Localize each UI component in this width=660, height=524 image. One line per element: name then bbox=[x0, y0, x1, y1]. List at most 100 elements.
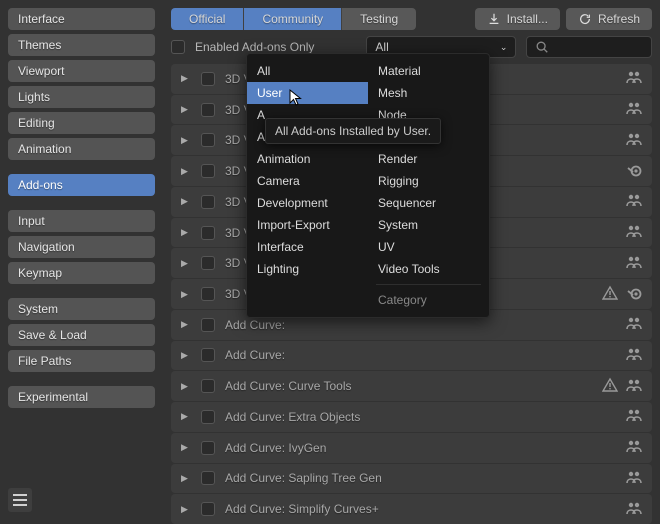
addon-badges bbox=[626, 223, 642, 242]
sidebar-item-editing[interactable]: Editing bbox=[8, 112, 155, 134]
expand-caret[interactable]: ▶ bbox=[181, 104, 191, 115]
sidebar-item-input[interactable]: Input bbox=[8, 210, 155, 232]
popup-tooltip: All Add-ons Installed by User. bbox=[265, 118, 441, 144]
popup-col-left: AllUserAAdd MeshAnimationCameraDevelopme… bbox=[247, 60, 368, 311]
blender-icon bbox=[626, 285, 642, 304]
addon-enable-checkbox[interactable] bbox=[201, 256, 215, 270]
expand-caret[interactable]: ▶ bbox=[181, 411, 191, 422]
popup-item-animation[interactable]: Animation bbox=[247, 148, 368, 170]
addon-badges bbox=[626, 438, 642, 457]
community-icon bbox=[626, 438, 642, 457]
addon-enable-checkbox[interactable] bbox=[201, 441, 215, 455]
refresh-icon bbox=[578, 12, 592, 26]
addon-name: Add Curve: bbox=[225, 348, 642, 362]
popup-item-development[interactable]: Development bbox=[247, 192, 368, 214]
addon-badges bbox=[626, 500, 642, 519]
sidebar-item-viewport[interactable]: Viewport bbox=[8, 60, 155, 82]
sidebar-item-save-load[interactable]: Save & Load bbox=[8, 324, 155, 346]
popup-item-rigging[interactable]: Rigging bbox=[368, 170, 489, 192]
expand-caret[interactable]: ▶ bbox=[181, 319, 191, 330]
community-icon bbox=[626, 500, 642, 519]
popup-item-render[interactable]: Render bbox=[368, 148, 489, 170]
enabled-only-checkbox[interactable] bbox=[171, 40, 185, 54]
support-tabs: OfficialCommunityTesting bbox=[171, 8, 416, 30]
sidebar-item-keymap[interactable]: Keymap bbox=[8, 262, 155, 284]
sidebar-item-themes[interactable]: Themes bbox=[8, 34, 155, 56]
addon-enable-checkbox[interactable] bbox=[201, 379, 215, 393]
tab-testing[interactable]: Testing bbox=[341, 8, 416, 30]
sidebar-item-interface[interactable]: Interface bbox=[8, 8, 155, 30]
download-icon bbox=[487, 12, 501, 26]
addon-badges bbox=[626, 162, 642, 181]
popup-item-camera[interactable]: Camera bbox=[247, 170, 368, 192]
addon-badges bbox=[626, 254, 642, 273]
addon-enable-checkbox[interactable] bbox=[201, 103, 215, 117]
addon-enable-checkbox[interactable] bbox=[201, 72, 215, 86]
popup-item-import-export[interactable]: Import-Export bbox=[247, 214, 368, 236]
community-icon bbox=[626, 469, 642, 488]
search-input[interactable] bbox=[526, 36, 652, 58]
popup-item-video-tools[interactable]: Video Tools bbox=[368, 258, 489, 280]
addon-enable-checkbox[interactable] bbox=[201, 318, 215, 332]
addon-badges bbox=[626, 69, 642, 88]
popup-item-system[interactable]: System bbox=[368, 214, 489, 236]
addon-badges bbox=[602, 285, 642, 304]
community-icon bbox=[626, 346, 642, 365]
addon-enable-checkbox[interactable] bbox=[201, 471, 215, 485]
community-icon bbox=[626, 377, 642, 396]
sidebar-item-add-ons[interactable]: Add-ons bbox=[8, 174, 155, 196]
expand-caret[interactable]: ▶ bbox=[181, 166, 191, 177]
refresh-button[interactable]: Refresh bbox=[566, 8, 652, 30]
addon-enable-checkbox[interactable] bbox=[201, 287, 215, 301]
addon-enable-checkbox[interactable] bbox=[201, 164, 215, 178]
preferences-sidebar: Interface Themes Viewport Lights Editing Anim… bbox=[0, 0, 163, 520]
sidebar-item-animation[interactable]: Animation bbox=[8, 138, 155, 160]
warn-icon bbox=[602, 377, 618, 396]
addon-badges bbox=[626, 469, 642, 488]
popup-item-all[interactable]: All bbox=[247, 60, 368, 82]
popup-item-material[interactable]: Material bbox=[368, 60, 489, 82]
expand-caret[interactable]: ▶ bbox=[181, 381, 191, 392]
popup-item-interface[interactable]: Interface bbox=[247, 236, 368, 258]
popup-item-mesh[interactable]: Mesh bbox=[368, 82, 489, 104]
tab-official[interactable]: Official bbox=[171, 8, 243, 30]
expand-caret[interactable]: ▶ bbox=[181, 135, 191, 146]
refresh-label: Refresh bbox=[598, 12, 640, 26]
addon-enable-checkbox[interactable] bbox=[201, 195, 215, 209]
sidebar-item-navigation[interactable]: Navigation bbox=[8, 236, 155, 258]
community-icon bbox=[626, 100, 642, 119]
addon-row: ▶Add Curve: IvyGen bbox=[171, 433, 652, 463]
popup-col-right: MaterialMeshNodePaintRenderRiggingSequen… bbox=[368, 60, 489, 311]
expand-caret[interactable]: ▶ bbox=[181, 227, 191, 238]
expand-caret[interactable]: ▶ bbox=[181, 442, 191, 453]
sidebar-item-system[interactable]: System bbox=[8, 298, 155, 320]
expand-caret[interactable]: ▶ bbox=[181, 350, 191, 361]
expand-caret[interactable]: ▶ bbox=[181, 504, 191, 515]
tab-community[interactable]: Community bbox=[243, 8, 341, 30]
addon-enable-checkbox[interactable] bbox=[201, 348, 215, 362]
warn-icon bbox=[602, 285, 618, 304]
chevron-down-icon: ⌄ bbox=[500, 42, 508, 53]
expand-caret[interactable]: ▶ bbox=[181, 73, 191, 84]
popup-item-sequencer[interactable]: Sequencer bbox=[368, 192, 489, 214]
community-icon bbox=[626, 192, 642, 211]
popup-item-lighting[interactable]: Lighting bbox=[247, 258, 368, 280]
addon-enable-checkbox[interactable] bbox=[201, 502, 215, 516]
sidebar-item-file-paths[interactable]: File Paths bbox=[8, 350, 155, 372]
popup-item-uv[interactable]: UV bbox=[368, 236, 489, 258]
addon-row: ▶ Add Curve: bbox=[171, 341, 652, 371]
expand-caret[interactable]: ▶ bbox=[181, 196, 191, 207]
popup-item-user[interactable]: User bbox=[247, 82, 368, 104]
addon-enable-checkbox[interactable] bbox=[201, 226, 215, 240]
addon-name: Add Curve: Curve Tools bbox=[225, 379, 642, 393]
popup-header: Category bbox=[368, 289, 489, 311]
sidebar-item-experimental[interactable]: Experimental bbox=[8, 386, 155, 408]
expand-caret[interactable]: ▶ bbox=[181, 473, 191, 484]
sidebar-item-lights[interactable]: Lights bbox=[8, 86, 155, 108]
addon-enable-checkbox[interactable] bbox=[201, 410, 215, 424]
expand-caret[interactable]: ▶ bbox=[181, 289, 191, 300]
install-button[interactable]: Install... bbox=[475, 8, 560, 30]
expand-caret[interactable]: ▶ bbox=[181, 258, 191, 269]
addon-enable-checkbox[interactable] bbox=[201, 133, 215, 147]
hamburger-menu[interactable] bbox=[8, 488, 32, 512]
